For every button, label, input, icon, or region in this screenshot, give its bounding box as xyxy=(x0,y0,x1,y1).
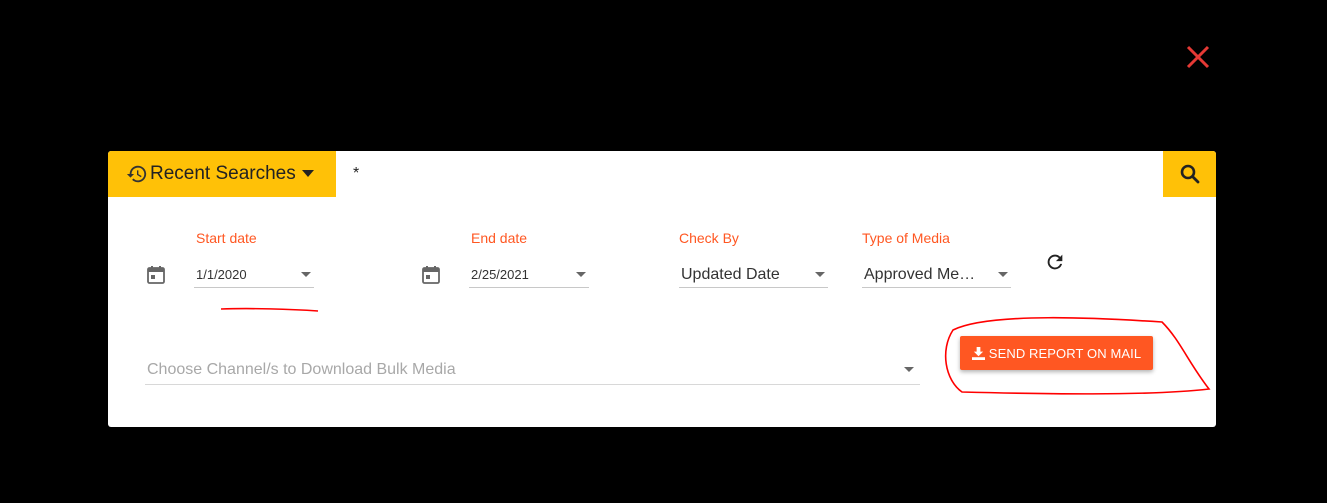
send-report-label: SEND REPORT ON MAIL xyxy=(988,345,1142,361)
end-date-label: End date xyxy=(471,230,528,246)
calendar-icon[interactable] xyxy=(146,265,166,285)
history-icon xyxy=(126,165,147,183)
chevron-down-icon xyxy=(576,272,586,277)
search-button[interactable] xyxy=(1163,151,1216,197)
close-icon xyxy=(1186,45,1210,69)
start-date-label: Start date xyxy=(196,230,257,246)
chevron-down-icon xyxy=(904,367,914,372)
check-by-select[interactable]: Updated Date xyxy=(679,262,828,288)
start-date-field[interactable]: 1/1/2020 xyxy=(194,262,314,288)
search-icon xyxy=(1180,164,1199,184)
media-type-select[interactable]: Approved Me… xyxy=(862,262,1011,288)
send-report-button[interactable]: SEND REPORT ON MAIL xyxy=(960,336,1153,370)
recent-searches-label: Recent Searches xyxy=(150,163,296,184)
media-type-label: Type of Media xyxy=(862,230,950,246)
search-panel: Recent Searches Start date 1/1/2 xyxy=(108,151,1216,427)
refresh-icon[interactable] xyxy=(1044,251,1066,273)
channel-select[interactable]: Choose Channel/s to Download Bulk Media xyxy=(145,357,920,385)
chevron-down-icon xyxy=(815,272,825,277)
chevron-down-icon xyxy=(301,272,311,277)
end-date-value: 2/25/2021 xyxy=(471,267,529,282)
channel-placeholder: Choose Channel/s to Download Bulk Media xyxy=(147,361,456,378)
search-input[interactable] xyxy=(336,151,1163,197)
recent-searches-button[interactable]: Recent Searches xyxy=(108,151,336,197)
media-type-value: Approved Me… xyxy=(864,266,976,283)
end-date-field[interactable]: 2/25/2021 xyxy=(469,262,589,288)
chevron-down-icon xyxy=(998,272,1008,277)
download-icon xyxy=(971,346,985,360)
check-by-value: Updated Date xyxy=(681,266,780,283)
calendar-icon[interactable] xyxy=(421,265,441,285)
close-button[interactable] xyxy=(1185,44,1211,70)
caret-down-icon xyxy=(301,170,314,177)
search-bar: Recent Searches xyxy=(108,151,1216,197)
check-by-label: Check By xyxy=(679,230,739,246)
start-date-value: 1/1/2020 xyxy=(196,267,247,282)
page: Recent Searches Start date 1/1/2 xyxy=(0,0,1327,503)
